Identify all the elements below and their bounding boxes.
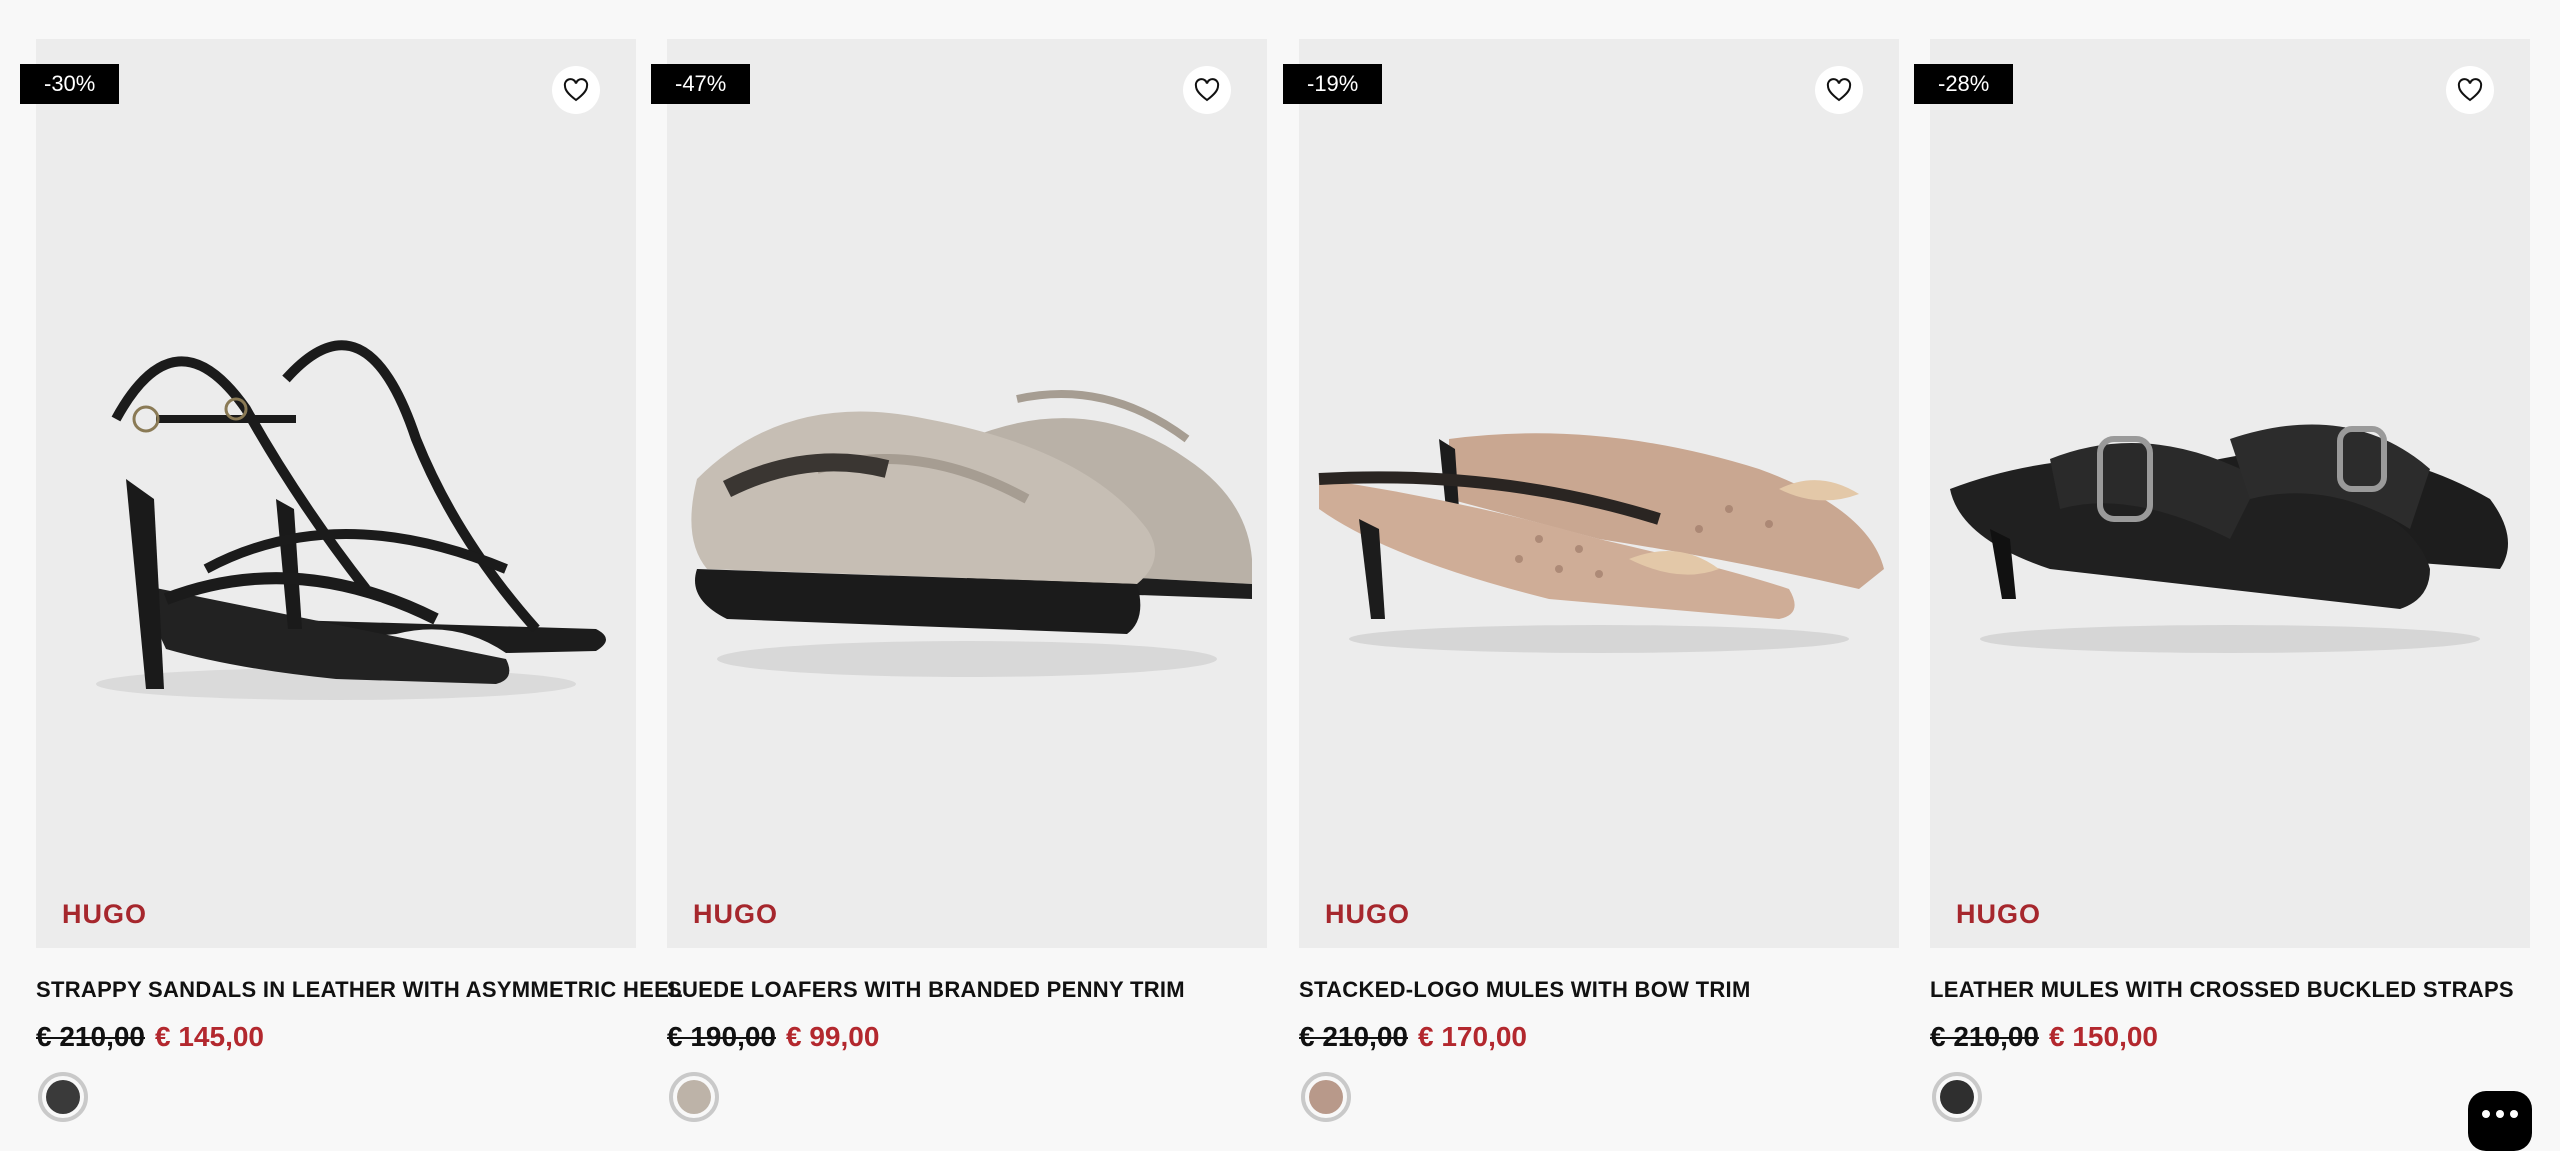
discount-badge: -47% bbox=[651, 64, 751, 104]
price-block: € 190,00 € 99,00 bbox=[667, 1021, 879, 1053]
chat-bubble-icon bbox=[2482, 1110, 2490, 1118]
discount-badge: -30% bbox=[20, 64, 120, 104]
swatch-fill bbox=[46, 1080, 80, 1114]
heart-icon bbox=[563, 78, 589, 102]
heart-icon bbox=[1194, 78, 1220, 102]
swatch-fill bbox=[1940, 1080, 1974, 1114]
color-swatch[interactable] bbox=[669, 1072, 719, 1122]
product-title[interactable]: STRAPPY SANDALS IN LEATHER WITH ASYMMETR… bbox=[36, 977, 683, 1003]
discount-badge: -19% bbox=[1283, 64, 1383, 104]
price-block: € 210,00 € 150,00 bbox=[1930, 1021, 2158, 1053]
color-swatch[interactable] bbox=[38, 1072, 88, 1122]
shoe-image bbox=[1950, 424, 2508, 653]
chat-dot bbox=[2510, 1110, 2518, 1118]
price-block: € 210,00 € 170,00 bbox=[1299, 1021, 1527, 1053]
original-price: € 210,00 bbox=[36, 1021, 145, 1052]
product-title[interactable]: SUEDE LOAFERS WITH BRANDED PENNY TRIM bbox=[667, 977, 1287, 1003]
sale-price: € 99,00 bbox=[786, 1021, 880, 1052]
shoe-image bbox=[96, 340, 606, 700]
product-image[interactable]: -47% HUGO bbox=[651, 39, 1267, 948]
brand-label: HUGO bbox=[693, 899, 778, 929]
product-image[interactable]: -30% HUGO bbox=[20, 39, 636, 948]
chat-dot bbox=[2496, 1110, 2504, 1118]
swatch-fill bbox=[1309, 1080, 1343, 1114]
sale-price: € 150,00 bbox=[2049, 1021, 2158, 1052]
sale-price: € 170,00 bbox=[1418, 1021, 1527, 1052]
color-swatch[interactable] bbox=[1301, 1072, 1351, 1122]
original-price: € 190,00 bbox=[667, 1021, 776, 1052]
wishlist-button[interactable] bbox=[2446, 66, 2494, 114]
discount-badge: -28% bbox=[1914, 64, 2014, 104]
product-card[interactable]: -19% HUGO STACKED-LOGO MULES WITH BOW TR… bbox=[1283, 39, 1899, 1139]
sale-price: € 145,00 bbox=[155, 1021, 264, 1052]
price-block: € 210,00 € 145,00 bbox=[36, 1021, 264, 1053]
product-card[interactable]: -47% HUGO SUEDE LOAFERS WITH BRANDED PEN… bbox=[651, 39, 1267, 1139]
product-title[interactable]: STACKED-LOGO MULES WITH BOW TRIM bbox=[1299, 977, 1919, 1003]
brand-label: HUGO bbox=[1956, 899, 2041, 929]
color-swatch[interactable] bbox=[1932, 1072, 1982, 1122]
wishlist-button[interactable] bbox=[552, 66, 600, 114]
brand-label: HUGO bbox=[1325, 899, 1410, 929]
shoe-image bbox=[1318, 433, 1884, 653]
product-image[interactable]: -19% HUGO bbox=[1283, 39, 1899, 948]
chat-button[interactable] bbox=[2468, 1091, 2532, 1151]
brand-label: HUGO bbox=[62, 899, 147, 929]
product-title[interactable]: LEATHER MULES WITH CROSSED BUCKLED STRAP… bbox=[1930, 977, 2550, 1003]
product-card[interactable]: -28% HUGO LEATHER MULES WITH CROSSED BUC… bbox=[1914, 39, 2530, 1139]
product-card[interactable]: -30% HUGO STRAPPY SANDALS IN LEATHER WIT… bbox=[20, 39, 683, 1139]
wishlist-button[interactable] bbox=[1815, 66, 1863, 114]
product-image[interactable]: -28% HUGO bbox=[1914, 39, 2530, 948]
original-price: € 210,00 bbox=[1299, 1021, 1408, 1052]
shoe-image bbox=[691, 390, 1252, 677]
swatch-fill bbox=[677, 1080, 711, 1114]
heart-icon bbox=[1826, 78, 1852, 102]
wishlist-button[interactable] bbox=[1183, 66, 1231, 114]
product-grid: -30% HUGO STRAPPY SANDALS IN LEATHER WIT… bbox=[0, 0, 2560, 1136]
heart-icon bbox=[2457, 78, 2483, 102]
original-price: € 210,00 bbox=[1930, 1021, 2039, 1052]
